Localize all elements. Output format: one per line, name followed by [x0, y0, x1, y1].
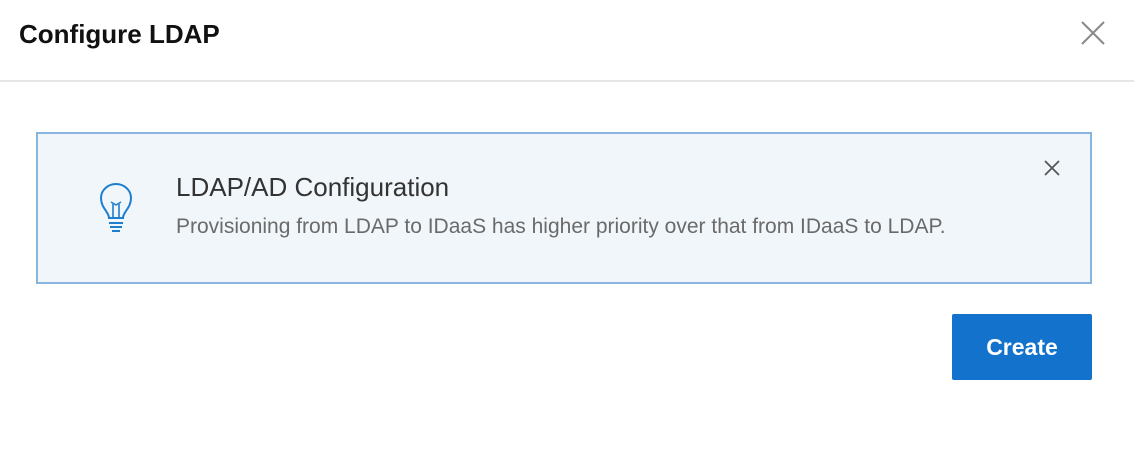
- create-button[interactable]: Create: [952, 314, 1092, 380]
- alert-close-button[interactable]: [1040, 156, 1064, 180]
- alert-title: LDAP/AD Configuration: [176, 172, 450, 202]
- close-icon: [1044, 160, 1060, 176]
- configure-ldap-dialog: Configure LDAP LDAP/AD Configuration Pro…: [0, 0, 1134, 456]
- dialog-header: Configure LDAP: [0, 0, 1134, 82]
- dialog-title: Configure LDAP: [19, 19, 220, 49]
- info-alert: LDAP/AD Configuration Provisioning from …: [36, 132, 1092, 284]
- lightbulb-icon: [96, 182, 136, 234]
- alert-description: Provisioning from LDAP to IDaaS has high…: [176, 215, 946, 238]
- dialog-close-button[interactable]: [1078, 18, 1108, 48]
- close-icon: [1081, 21, 1105, 45]
